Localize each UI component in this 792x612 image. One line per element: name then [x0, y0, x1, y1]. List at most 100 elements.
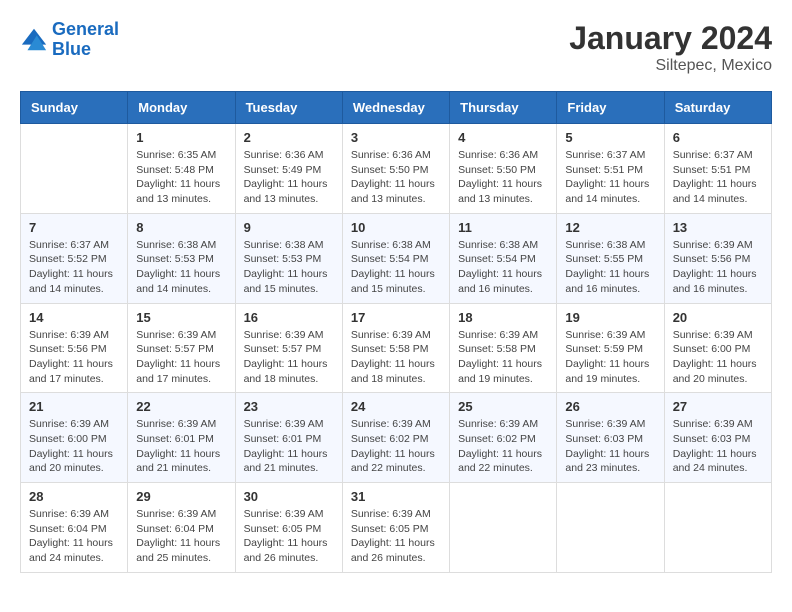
day-info: Sunrise: 6:39 AM Sunset: 5:57 PM Dayligh…	[244, 328, 334, 387]
header-cell-saturday: Saturday	[664, 92, 771, 124]
day-number: 20	[673, 310, 763, 325]
day-cell: 15 Sunrise: 6:39 AM Sunset: 5:57 PM Dayli…	[128, 303, 235, 393]
day-info: Sunrise: 6:39 AM Sunset: 6:04 PM Dayligh…	[136, 507, 226, 566]
day-info: Sunrise: 6:39 AM Sunset: 5:58 PM Dayligh…	[351, 328, 441, 387]
header-cell-thursday: Thursday	[450, 92, 557, 124]
day-info: Sunrise: 6:37 AM Sunset: 5:52 PM Dayligh…	[29, 238, 119, 297]
day-cell: 11Sunrise: 6:38 AM Sunset: 5:54 PM Dayli…	[450, 213, 557, 303]
day-cell: 4 Sunrise: 6:36 AM Sunset: 5:50 PM Daylig…	[450, 124, 557, 214]
week-row-1: 1Sunrise: 6:35 AM Sunset: 5:48 PM Daylig…	[21, 124, 772, 214]
day-cell: 22 Sunrise: 6:39 AM Sunset: 6:01 PM Dayli…	[128, 393, 235, 483]
day-info: Sunrise: 6:39 AM Sunset: 6:01 PM Dayligh…	[136, 417, 226, 476]
day-info: Sunrise: 6:38 AM Sunset: 5:54 PM Dayligh…	[351, 238, 441, 297]
header-cell-sunday: Sunday	[21, 92, 128, 124]
logo: General Blue	[20, 20, 119, 60]
header-cell-monday: Monday	[128, 92, 235, 124]
day-cell: 30Sunrise: 6:39 AM Sunset: 6:05 PM Dayli…	[235, 483, 342, 573]
page-header: General Blue January 2024 Siltepec, Mexi…	[20, 20, 772, 75]
day-cell: 17 Sunrise: 6:39 AM Sunset: 5:58 PM Dayli…	[342, 303, 449, 393]
day-cell: 24 Sunrise: 6:39 AM Sunset: 6:02 PM Dayli…	[342, 393, 449, 483]
day-info: Sunrise: 6:39 AM Sunset: 5:58 PM Dayligh…	[458, 328, 548, 387]
day-cell: 29 Sunrise: 6:39 AM Sunset: 6:04 PM Dayli…	[128, 483, 235, 573]
day-number: 17	[351, 310, 441, 325]
day-info: Sunrise: 6:36 AM Sunset: 5:49 PM Dayligh…	[244, 148, 334, 207]
day-cell: 16 Sunrise: 6:39 AM Sunset: 5:57 PM Dayli…	[235, 303, 342, 393]
day-info: Sunrise: 6:36 AM Sunset: 5:50 PM Dayligh…	[458, 148, 548, 207]
month-title: January 2024	[569, 20, 772, 57]
day-number: 10	[351, 220, 441, 235]
day-cell: 9 Sunrise: 6:38 AM Sunset: 5:53 PM Daylig…	[235, 213, 342, 303]
day-info: Sunrise: 6:38 AM Sunset: 5:55 PM Dayligh…	[565, 238, 655, 297]
day-info: Sunrise: 6:39 AM Sunset: 6:02 PM Dayligh…	[458, 417, 548, 476]
day-number: 16	[244, 310, 334, 325]
day-info: Sunrise: 6:39 AM Sunset: 5:57 PM Dayligh…	[136, 328, 226, 387]
day-number: 9	[244, 220, 334, 235]
day-cell: 19 Sunrise: 6:39 AM Sunset: 5:59 PM Dayli…	[557, 303, 664, 393]
title-block: January 2024 Siltepec, Mexico	[569, 20, 772, 75]
day-number: 3	[351, 130, 441, 145]
header-cell-tuesday: Tuesday	[235, 92, 342, 124]
day-cell: 23Sunrise: 6:39 AM Sunset: 6:01 PM Dayli…	[235, 393, 342, 483]
day-cell: 26Sunrise: 6:39 AM Sunset: 6:03 PM Dayli…	[557, 393, 664, 483]
logo-text: General Blue	[52, 20, 119, 60]
day-cell: 3 Sunrise: 6:36 AM Sunset: 5:50 PM Daylig…	[342, 124, 449, 214]
day-number: 1	[136, 130, 226, 145]
location: Siltepec, Mexico	[569, 57, 772, 75]
day-info: Sunrise: 6:39 AM Sunset: 6:01 PM Dayligh…	[244, 417, 334, 476]
day-number: 27	[673, 399, 763, 414]
day-cell	[664, 483, 771, 573]
day-cell: 21Sunrise: 6:39 AM Sunset: 6:00 PM Dayli…	[21, 393, 128, 483]
day-number: 13	[673, 220, 763, 235]
day-info: Sunrise: 6:39 AM Sunset: 6:00 PM Dayligh…	[29, 417, 119, 476]
calendar-body: 1Sunrise: 6:35 AM Sunset: 5:48 PM Daylig…	[21, 124, 772, 573]
day-number: 7	[29, 220, 119, 235]
day-cell	[21, 124, 128, 214]
day-info: Sunrise: 6:39 AM Sunset: 6:02 PM Dayligh…	[351, 417, 441, 476]
day-info: Sunrise: 6:38 AM Sunset: 5:53 PM Dayligh…	[136, 238, 226, 297]
day-number: 15	[136, 310, 226, 325]
day-info: Sunrise: 6:36 AM Sunset: 5:50 PM Dayligh…	[351, 148, 441, 207]
logo-icon	[20, 26, 48, 54]
week-row-5: 28 Sunrise: 6:39 AM Sunset: 6:04 PM Dayli…	[21, 483, 772, 573]
day-number: 30	[244, 489, 334, 504]
day-cell: 10 Sunrise: 6:38 AM Sunset: 5:54 PM Dayli…	[342, 213, 449, 303]
day-number: 29	[136, 489, 226, 504]
calendar-header: SundayMondayTuesdayWednesdayThursdayFrid…	[21, 92, 772, 124]
day-info: Sunrise: 6:38 AM Sunset: 5:53 PM Dayligh…	[244, 238, 334, 297]
day-number: 25	[458, 399, 548, 414]
day-cell: 7 Sunrise: 6:37 AM Sunset: 5:52 PM Daylig…	[21, 213, 128, 303]
day-number: 11	[458, 220, 548, 235]
week-row-4: 21Sunrise: 6:39 AM Sunset: 6:00 PM Dayli…	[21, 393, 772, 483]
day-cell: 31 Sunrise: 6:39 AM Sunset: 6:05 PM Dayli…	[342, 483, 449, 573]
day-info: Sunrise: 6:37 AM Sunset: 5:51 PM Dayligh…	[565, 148, 655, 207]
day-info: Sunrise: 6:39 AM Sunset: 6:03 PM Dayligh…	[565, 417, 655, 476]
day-cell: 28Sunrise: 6:39 AM Sunset: 6:04 PM Dayli…	[21, 483, 128, 573]
header-cell-wednesday: Wednesday	[342, 92, 449, 124]
day-number: 2	[244, 130, 334, 145]
day-cell: 1Sunrise: 6:35 AM Sunset: 5:48 PM Daylig…	[128, 124, 235, 214]
day-number: 18	[458, 310, 548, 325]
day-number: 31	[351, 489, 441, 504]
day-cell: 8Sunrise: 6:38 AM Sunset: 5:53 PM Daylig…	[128, 213, 235, 303]
day-number: 6	[673, 130, 763, 145]
day-number: 24	[351, 399, 441, 414]
day-cell: 2 Sunrise: 6:36 AM Sunset: 5:49 PM Daylig…	[235, 124, 342, 214]
day-cell	[450, 483, 557, 573]
day-cell	[557, 483, 664, 573]
day-cell: 27 Sunrise: 6:39 AM Sunset: 6:03 PM Dayli…	[664, 393, 771, 483]
day-info: Sunrise: 6:39 AM Sunset: 6:03 PM Dayligh…	[673, 417, 763, 476]
day-info: Sunrise: 6:39 AM Sunset: 6:05 PM Dayligh…	[351, 507, 441, 566]
day-cell: 25 Sunrise: 6:39 AM Sunset: 6:02 PM Dayli…	[450, 393, 557, 483]
day-cell: 18 Sunrise: 6:39 AM Sunset: 5:58 PM Dayli…	[450, 303, 557, 393]
day-number: 4	[458, 130, 548, 145]
day-info: Sunrise: 6:39 AM Sunset: 5:56 PM Dayligh…	[673, 238, 763, 297]
calendar-table: SundayMondayTuesdayWednesdayThursdayFrid…	[20, 91, 772, 573]
day-number: 19	[565, 310, 655, 325]
day-number: 12	[565, 220, 655, 235]
day-info: Sunrise: 6:37 AM Sunset: 5:51 PM Dayligh…	[673, 148, 763, 207]
day-number: 28	[29, 489, 119, 504]
day-cell: 12 Sunrise: 6:38 AM Sunset: 5:55 PM Dayli…	[557, 213, 664, 303]
day-number: 22	[136, 399, 226, 414]
day-cell: 13 Sunrise: 6:39 AM Sunset: 5:56 PM Dayli…	[664, 213, 771, 303]
day-info: Sunrise: 6:39 AM Sunset: 5:59 PM Dayligh…	[565, 328, 655, 387]
